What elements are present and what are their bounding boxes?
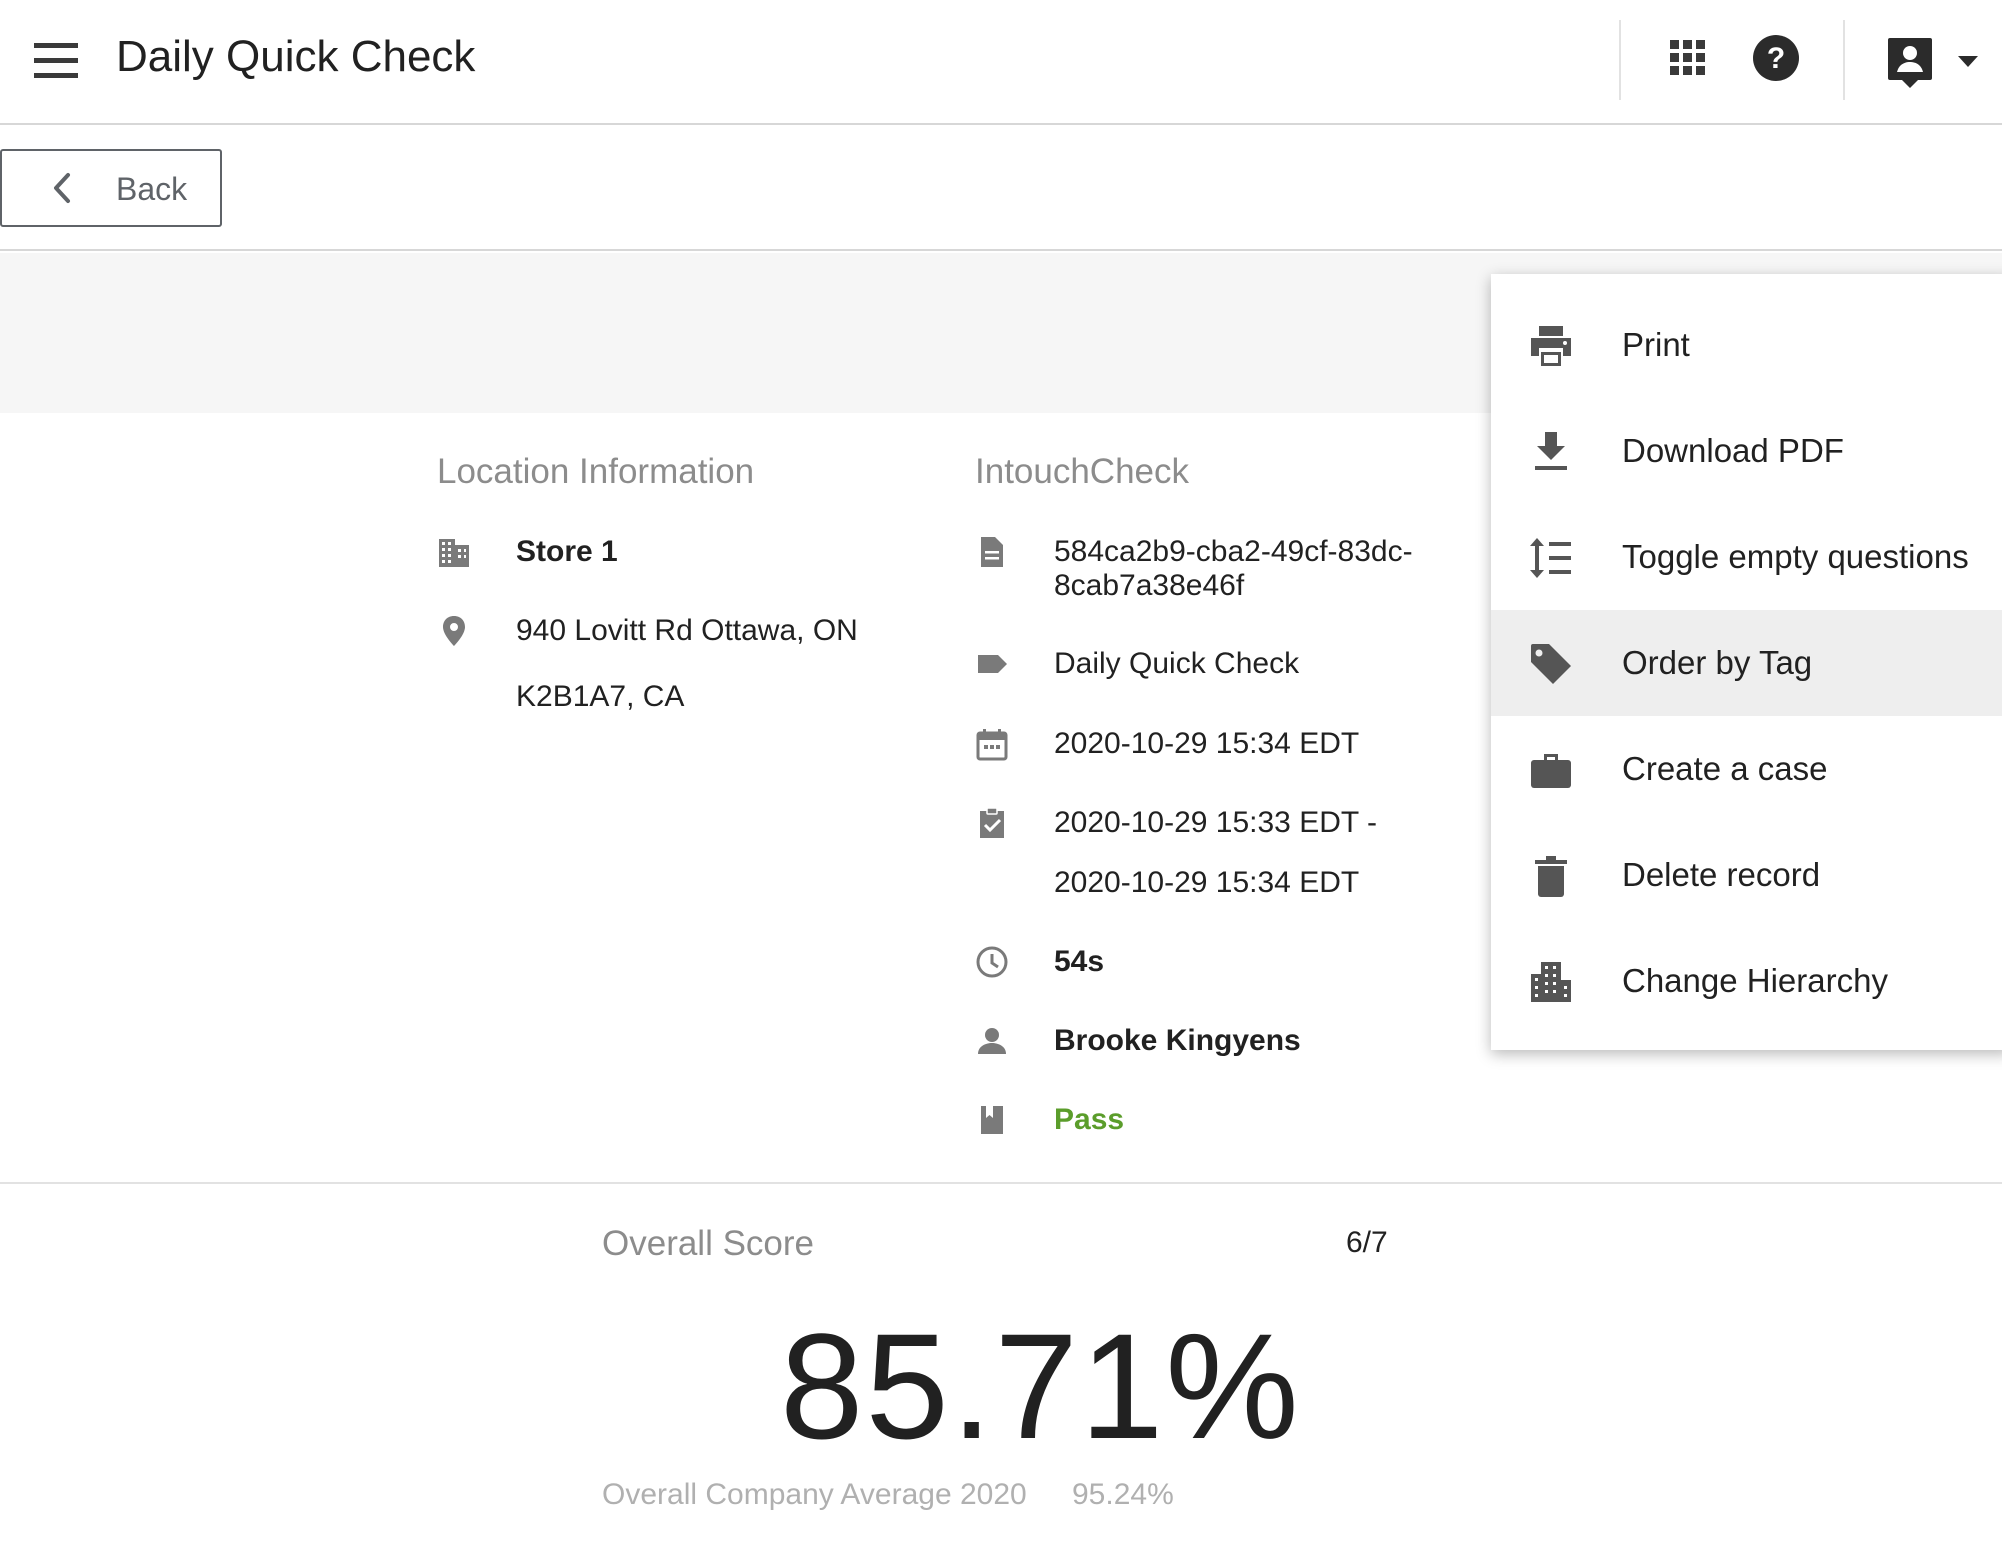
overall-score-heading: Overall Score xyxy=(602,1224,815,1263)
period-end: 2020-10-29 15:34 EDT xyxy=(1054,866,1360,899)
back-button-label: Back xyxy=(116,171,188,207)
form-name: Daily Quick Check xyxy=(1054,647,1300,680)
menu-item-label: Create a case xyxy=(1622,750,1828,787)
help-icon[interactable]: ? xyxy=(1752,34,1800,82)
book-icon xyxy=(981,1106,1003,1134)
score-fraction: 6/7 xyxy=(1346,1226,1388,1259)
store-name: Store 1 xyxy=(516,535,618,568)
label-icon xyxy=(978,655,1007,673)
page-title: Daily Quick Check xyxy=(116,32,476,81)
menu-item-label: Toggle empty questions xyxy=(1622,538,1969,575)
menu-item-toggle-empty[interactable]: Toggle empty questions xyxy=(1491,504,2002,610)
chevron-left-icon xyxy=(54,173,70,203)
record-id: 584ca2b9-cba2-49cf-83dc- 8cab7a38e46f xyxy=(1054,535,1413,603)
account-icon xyxy=(1888,38,1932,88)
user-name: Brooke Kingyens xyxy=(1054,1024,1301,1057)
menu-item-label: Change Hierarchy xyxy=(1622,962,1888,999)
svg-text:?: ? xyxy=(1767,42,1785,75)
menu-item-create-case[interactable]: Create a case xyxy=(1491,716,2002,822)
company-average-value: 95.24% xyxy=(1072,1478,1174,1511)
submitted-date: 2020-10-29 15:34 EDT xyxy=(1054,727,1360,760)
location-pin-icon xyxy=(443,616,465,646)
period-start: 2020-10-29 15:33 EDT - xyxy=(1054,806,1377,839)
menu-item-order-by-tag[interactable]: Order by Tag xyxy=(1491,610,2002,716)
company-average-label: Overall Company Average 2020 xyxy=(602,1478,1027,1511)
download-icon xyxy=(1535,432,1567,470)
result-status: Pass xyxy=(1054,1103,1125,1136)
document-icon xyxy=(981,537,1003,567)
actions-menu: Print Download PDF Toggle empty question… xyxy=(1491,274,2002,1050)
top-app-bar: Daily Quick Check ? xyxy=(0,0,2002,125)
apps-grid-icon[interactable] xyxy=(1668,38,1708,78)
menu-item-label: Download PDF xyxy=(1622,432,1844,469)
menu-item-download-pdf[interactable]: Download PDF xyxy=(1491,398,2002,504)
person-icon xyxy=(978,1028,1006,1054)
address-line-1: 940 Lovitt Rd Ottawa, ON xyxy=(516,614,858,647)
header-divider xyxy=(1619,20,1621,100)
location-heading: Location Information xyxy=(437,452,755,491)
calendar-icon xyxy=(976,729,1008,761)
check-heading: IntouchCheck xyxy=(975,452,1190,491)
menu-item-label: Order by Tag xyxy=(1622,644,1813,681)
clipboard-check-icon xyxy=(980,807,1004,838)
address-line-2: K2B1A7, CA xyxy=(516,680,685,713)
print-icon xyxy=(1531,326,1571,366)
account-menu-button[interactable] xyxy=(1886,34,1990,90)
trash-icon xyxy=(1535,856,1567,897)
dropdown-caret-icon xyxy=(1958,56,1978,67)
menu-item-label: Delete record xyxy=(1622,856,1821,893)
line-spacing-icon xyxy=(1530,538,1571,578)
menu-icon[interactable] xyxy=(30,38,82,84)
record-id-line-2: 8cab7a38e46f xyxy=(1054,569,1245,602)
navigation-bar: Back xyxy=(0,127,2002,251)
record-id-line-1: 584ca2b9-cba2-49cf-83dc- xyxy=(1054,535,1413,568)
clock-icon xyxy=(976,946,1008,978)
app-root: Daily Quick Check ? Back Location Inform… xyxy=(0,0,2002,1550)
header-divider-2 xyxy=(1843,20,1845,100)
briefcase-icon xyxy=(1531,754,1571,788)
menu-item-delete-record[interactable]: Delete record xyxy=(1491,822,2002,928)
building-icon xyxy=(1531,962,1571,1002)
menu-item-print[interactable]: Print xyxy=(1491,292,2002,398)
building-icon xyxy=(439,539,469,567)
back-button[interactable]: Back xyxy=(0,149,222,227)
tag-icon xyxy=(1531,644,1571,684)
menu-item-label: Print xyxy=(1622,326,1690,363)
menu-item-change-hierarchy[interactable]: Change Hierarchy xyxy=(1491,928,2002,1034)
section-divider xyxy=(0,1182,2002,1184)
score-percent: 85.71% xyxy=(780,1302,1301,1470)
duration: 54s xyxy=(1054,945,1105,978)
